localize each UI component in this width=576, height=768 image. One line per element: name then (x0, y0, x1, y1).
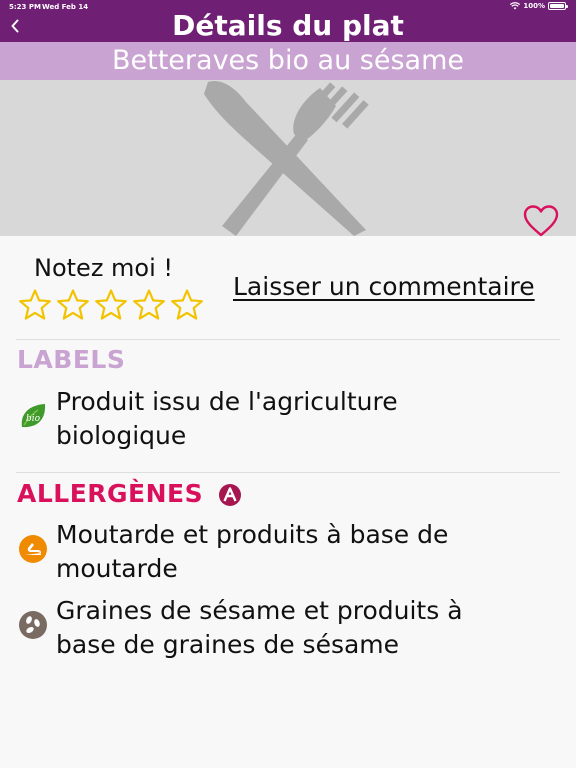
wifi-icon (510, 2, 521, 10)
dish-name: Betteraves bio au sésame (0, 42, 576, 80)
divider (16, 339, 560, 340)
page-title: Détails du plat (172, 9, 404, 42)
label-item: bio Produit issu de l'agriculture biolog… (18, 385, 526, 453)
battery-icon (548, 2, 568, 10)
star-icon-1[interactable] (18, 288, 52, 322)
allergen-item: Moutarde et produits à base de moutarde (18, 518, 526, 586)
label-text: Produit issu de l'agriculture biologique (56, 387, 398, 450)
star-icon-3[interactable] (94, 288, 128, 322)
rating-label: Notez moi ! (34, 254, 174, 282)
star-icon-4[interactable] (132, 288, 166, 322)
allergens-section-title: ALLERGÈNES (17, 479, 204, 508)
battery-percentage: 100% (523, 2, 545, 10)
star-icon-5[interactable] (170, 288, 204, 322)
star-icon-2[interactable] (56, 288, 90, 322)
allergen-a-badge-icon (219, 484, 241, 506)
allergen-text: Moutarde et produits à base de moutarde (56, 520, 449, 583)
navigation-bar: 5:23 PM Wed Feb 14 100% Détails du plat (0, 0, 576, 42)
bio-leaf-icon: bio (21, 404, 46, 428)
favorite-button[interactable] (522, 204, 560, 238)
svg-text:bio: bio (26, 414, 41, 424)
dish-image (0, 80, 576, 236)
divider (16, 472, 560, 473)
star-rating[interactable] (18, 288, 204, 322)
leave-comment-link[interactable]: Laisser un commentaire (233, 272, 535, 301)
allergen-text: Graines de sésame et produits à base de … (56, 596, 463, 659)
heart-outline-icon (523, 205, 559, 237)
labels-section-title: LABELS (17, 345, 126, 374)
fork-knife-icon (204, 80, 369, 236)
mustard-icon (19, 535, 47, 563)
status-indicators: 100% (510, 2, 568, 10)
allergen-item: Graines de sésame et produits à base de … (18, 594, 526, 662)
sesame-seeds-icon (19, 611, 47, 639)
